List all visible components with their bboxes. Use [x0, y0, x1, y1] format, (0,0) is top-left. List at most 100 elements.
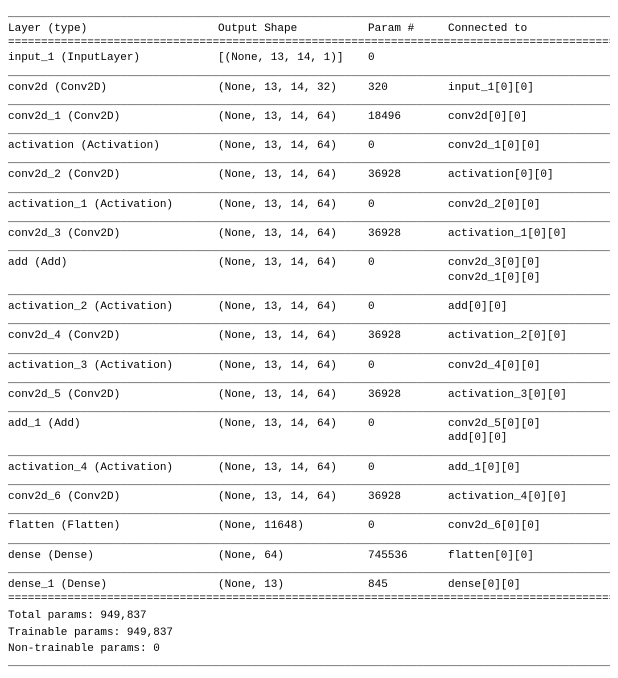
table-row: flatten (Flatten)(None, 11648)0conv2d_6[…: [8, 518, 610, 534]
cell-param: 0: [368, 51, 448, 65]
cell-layer: dense (Dense): [8, 549, 218, 563]
table-row: input_1 (InputLayer)[(None, 13, 14, 1)]0: [8, 50, 610, 66]
divider-thin: ________________________________________…: [8, 447, 610, 460]
cell-param: 0: [368, 417, 448, 446]
divider-thick: ________________________________________…: [8, 8, 610, 21]
cell-param: 0: [368, 300, 448, 314]
table-row: conv2d_1 (Conv2D)(None, 13, 14, 64)18496…: [8, 109, 610, 125]
cell-layer: flatten (Flatten): [8, 519, 218, 533]
cell-connected-to: activation_1[0][0]: [448, 227, 610, 241]
cell-connected-to: conv2d_4[0][0]: [448, 359, 610, 373]
divider-thin: ________________________________________…: [8, 96, 610, 109]
cell-output-shape: (None, 13, 14, 32): [218, 81, 368, 95]
connected-entry: add[0][0]: [448, 431, 610, 445]
table-row: conv2d (Conv2D)(None, 13, 14, 32)320inpu…: [8, 80, 610, 96]
divider-thin: ________________________________________…: [8, 286, 610, 299]
cell-connected-to: activation_3[0][0]: [448, 388, 610, 402]
cell-layer: conv2d_3 (Conv2D): [8, 227, 218, 241]
cell-connected-to: conv2d_1[0][0]: [448, 139, 610, 153]
connected-entry: flatten[0][0]: [448, 549, 610, 563]
divider-thin: ________________________________________…: [8, 345, 610, 358]
divider-thick: ________________________________________…: [8, 657, 610, 670]
connected-entry: conv2d[0][0]: [448, 110, 610, 124]
cell-output-shape: (None, 13, 14, 64): [218, 168, 368, 182]
cell-output-shape: (None, 13, 14, 64): [218, 388, 368, 402]
cell-param: 0: [368, 256, 448, 285]
table-header-row: Layer (type)Output ShapeParam #Connected…: [8, 21, 610, 37]
divider-thin: ________________________________________…: [8, 374, 610, 387]
connected-entry: conv2d_6[0][0]: [448, 519, 610, 533]
table-row: activation (Activation)(None, 13, 14, 64…: [8, 138, 610, 154]
table-row: add_1 (Add)(None, 13, 14, 64)0conv2d_5[0…: [8, 416, 610, 447]
cell-connected-to: dense[0][0]: [448, 578, 610, 592]
cell-output-shape: (None, 13, 14, 64): [218, 256, 368, 285]
divider-thin: ________________________________________…: [8, 242, 610, 255]
cell-param: 18496: [368, 110, 448, 124]
cell-layer: add (Add): [8, 256, 218, 285]
cell-output-shape: (None, 13, 14, 64): [218, 359, 368, 373]
table-row: conv2d_2 (Conv2D)(None, 13, 14, 64)36928…: [8, 167, 610, 183]
divider-thin: ________________________________________…: [8, 564, 610, 577]
connected-entry: conv2d_3[0][0]: [448, 256, 610, 270]
cell-connected-to: add_1[0][0]: [448, 461, 610, 475]
cell-output-shape: (None, 13, 14, 64): [218, 417, 368, 446]
table-row: activation_3 (Activation)(None, 13, 14, …: [8, 358, 610, 374]
summary-block: Total params: 949,837Trainable params: 9…: [8, 608, 610, 657]
divider-thin: ________________________________________…: [8, 184, 610, 197]
cell-connected-to: flatten[0][0]: [448, 549, 610, 563]
summary-trainable: Trainable params: 949,837: [8, 625, 610, 641]
connected-entry: conv2d_5[0][0]: [448, 417, 610, 431]
cell-param: 0: [368, 519, 448, 533]
cell-connected-to: activation[0][0]: [448, 168, 610, 182]
cell-layer: add_1 (Add): [8, 417, 218, 446]
connected-entry: conv2d_4[0][0]: [448, 359, 610, 373]
cell-output-shape: (None, 13): [218, 578, 368, 592]
model-summary: ________________________________________…: [8, 8, 610, 670]
cell-layer: dense_1 (Dense): [8, 578, 218, 592]
cell-connected-to: Connected to: [448, 22, 610, 36]
divider-thin: ________________________________________…: [8, 213, 610, 226]
table-row: dense (Dense)(None, 64)745536flatten[0][…: [8, 548, 610, 564]
table-row: activation_2 (Activation)(None, 13, 14, …: [8, 299, 610, 315]
cell-output-shape: [(None, 13, 14, 1)]: [218, 51, 368, 65]
table-row: activation_1 (Activation)(None, 13, 14, …: [8, 197, 610, 213]
cell-param: 36928: [368, 227, 448, 241]
table-row: conv2d_6 (Conv2D)(None, 13, 14, 64)36928…: [8, 489, 610, 505]
cell-output-shape: (None, 13, 14, 64): [218, 139, 368, 153]
cell-connected-to: add[0][0]: [448, 300, 610, 314]
connected-entry: Connected to: [448, 22, 610, 36]
cell-connected-to: conv2d_5[0][0]add[0][0]: [448, 417, 610, 446]
cell-output-shape: (None, 13, 14, 64): [218, 461, 368, 475]
cell-layer: activation (Activation): [8, 139, 218, 153]
cell-layer: activation_2 (Activation): [8, 300, 218, 314]
connected-entry: activation_2[0][0]: [448, 329, 610, 343]
divider-equals: ========================================…: [8, 593, 610, 606]
cell-param: 36928: [368, 388, 448, 402]
cell-connected-to: activation_2[0][0]: [448, 329, 610, 343]
cell-output-shape: (None, 13, 14, 64): [218, 227, 368, 241]
table-row: conv2d_5 (Conv2D)(None, 13, 14, 64)36928…: [8, 387, 610, 403]
cell-connected-to: conv2d_2[0][0]: [448, 198, 610, 212]
cell-param: 0: [368, 139, 448, 153]
cell-connected-to: [448, 51, 610, 65]
table-row: activation_4 (Activation)(None, 13, 14, …: [8, 460, 610, 476]
cell-param: 320: [368, 81, 448, 95]
connected-entry: conv2d_1[0][0]: [448, 271, 610, 285]
divider-thin: ________________________________________…: [8, 315, 610, 328]
cell-output-shape: (None, 13, 14, 64): [218, 329, 368, 343]
divider-thin: ________________________________________…: [8, 476, 610, 489]
table-row: conv2d_4 (Conv2D)(None, 13, 14, 64)36928…: [8, 328, 610, 344]
table-row: conv2d_3 (Conv2D)(None, 13, 14, 64)36928…: [8, 226, 610, 242]
cell-layer: activation_3 (Activation): [8, 359, 218, 373]
table-row: dense_1 (Dense)(None, 13)845dense[0][0]: [8, 577, 610, 593]
cell-layer: conv2d_1 (Conv2D): [8, 110, 218, 124]
cell-layer: activation_1 (Activation): [8, 198, 218, 212]
cell-connected-to: conv2d_6[0][0]: [448, 519, 610, 533]
cell-param: 745536: [368, 549, 448, 563]
divider-thin: ________________________________________…: [8, 403, 610, 416]
cell-layer: conv2d_6 (Conv2D): [8, 490, 218, 504]
connected-entry: conv2d_1[0][0]: [448, 139, 610, 153]
cell-param: 0: [368, 198, 448, 212]
cell-param: 0: [368, 461, 448, 475]
cell-output-shape: (None, 13, 14, 64): [218, 110, 368, 124]
